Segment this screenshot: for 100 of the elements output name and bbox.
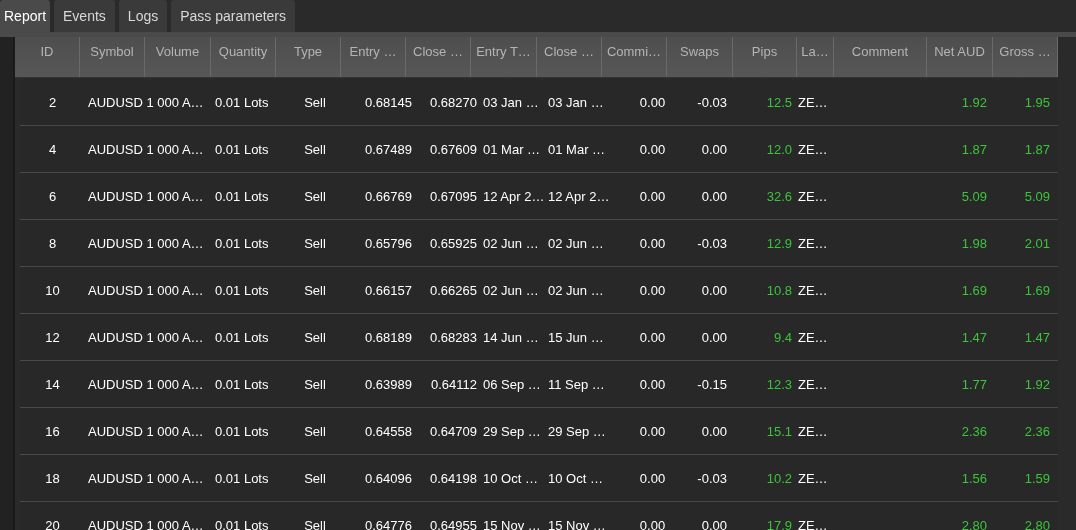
table-cell-text: 18 [44, 470, 61, 486]
table-cell-text: 15 Nov … [482, 517, 542, 530]
table-cell-text: 15 Jun … [547, 329, 605, 345]
column-header[interactable]: Type [276, 37, 341, 77]
column-header[interactable]: Entry T… [471, 37, 537, 77]
column-header[interactable]: ID [15, 37, 80, 77]
table-cell-text: 10 [44, 282, 61, 298]
table-cell-text: 0.66769 [364, 188, 413, 204]
table-cell-text: 0.64709 [429, 423, 478, 439]
table-cell-text: 0.01 Lots [214, 188, 270, 204]
table-cell-text: ZE… [797, 235, 829, 251]
table-cell-text: 0.00 [638, 141, 667, 157]
table-cell-text: 0.00 [700, 141, 728, 157]
table-cell-text: Sell [303, 470, 327, 486]
table-cell-text: 0.64096 [364, 470, 413, 486]
table-cell-text: 15 Nov … [547, 517, 607, 530]
table-cell-text: 0.00 [700, 329, 728, 345]
table-cell-text: 0.00 [638, 329, 667, 345]
table-cell-text: 0.00 [638, 470, 667, 486]
table-cell-text: 1.59 [1023, 470, 1051, 486]
table-cell-text: 0.64198 [429, 470, 478, 486]
table-cell-text: ZE… [797, 470, 829, 486]
table-cell-text: 03 Jan … [482, 94, 540, 110]
tab[interactable]: Events [54, 0, 115, 32]
column-header[interactable]: Gross … [993, 37, 1058, 77]
table-cell-text: 2.36 [1023, 423, 1051, 439]
table-cell-text: 10.8 [765, 282, 793, 298]
table-cell-text: 1.47 [960, 329, 988, 345]
table-cell-text: 1.56 [960, 470, 988, 486]
table-cell-text: 1.92 [1023, 376, 1051, 392]
table-cell-text: AUDUSD 1 000 A… [87, 517, 205, 530]
table-cell-text: 0.01 Lots [214, 517, 270, 530]
table-cell-text: 0.00 [700, 423, 728, 439]
table-cell-text: 0.00 [638, 188, 667, 204]
table-cell-text: 1.47 [1023, 329, 1051, 345]
table-cell-text: 03 Jan … [547, 94, 605, 110]
table-cell-text: 0.64112 [429, 376, 478, 392]
column-header[interactable]: Volume [145, 37, 211, 77]
table-cell-text: -0.03 [696, 94, 728, 110]
table-cell-text: Sell [303, 188, 327, 204]
column-header[interactable]: Comment [834, 37, 927, 77]
table-cell-text: Sell [303, 329, 327, 345]
table-cell-text: 0.68283 [429, 329, 478, 345]
table-cell-text: Sell [303, 94, 327, 110]
table-cell-text: 10 Oct … [547, 470, 604, 486]
table-cell-text: 06 Sep … [482, 376, 542, 392]
table-cell-text: ZE… [797, 329, 829, 345]
table-cell-text: ZE… [797, 141, 829, 157]
table-cell-text: 12 Apr 2… [547, 188, 611, 204]
table-cell-text: 0.01 Lots [214, 282, 270, 298]
table-cell-text: AUDUSD 1 000 A… [87, 376, 205, 392]
table-cell-text: 02 Jun … [482, 282, 540, 298]
table-cell-text: AUDUSD 1 000 A… [87, 94, 205, 110]
table-cell-text: 15.1 [765, 423, 793, 439]
table-cell-text: 0.01 Lots [214, 94, 270, 110]
table-cell-text: 2.80 [960, 517, 988, 530]
table-cell-text: ZE… [797, 517, 829, 530]
table-cell-text: 0.65925 [429, 235, 478, 251]
tab[interactable]: Logs [118, 0, 168, 32]
table-cell-text: 1.87 [960, 141, 988, 157]
table-cell-text: 12 [44, 329, 61, 345]
table-cell-text: 20 [44, 517, 61, 530]
tab[interactable]: Pass parameters [171, 0, 296, 32]
table-cell-text: 1.98 [960, 235, 988, 251]
column-header[interactable]: Net AUD [927, 37, 993, 77]
column-header[interactable]: Entry … [341, 37, 406, 77]
table-cell-text: -0.15 [696, 376, 728, 392]
table-cell-text: 11 Sep … [547, 376, 606, 392]
table-cell-text: 0.64558 [364, 423, 413, 439]
table-cell-text: 2.01 [1023, 235, 1051, 251]
column-header[interactable]: Symbol [80, 37, 145, 77]
column-header[interactable]: Quantity [211, 37, 276, 77]
column-header[interactable]: Close … [406, 37, 471, 77]
table-cell-text: 1.92 [960, 94, 988, 110]
table-row[interactable]: 20 AUDUSD 1 000 A… 0.01 Lots Sell 0.64776 0.64955 15 Nov … 15 Nov … 0.00 0.00 17.9 ZE… 2.80 2.80 [20, 501, 1058, 530]
table-cell-text: 12 Apr 2… [482, 188, 545, 204]
table-cell-text: Sell [303, 282, 327, 298]
column-header[interactable]: Swaps [667, 37, 733, 77]
table-cell-text: ZE… [797, 94, 829, 110]
table-cell-text: 14 [44, 376, 61, 392]
table-cell-text: 0.00 [638, 376, 667, 392]
column-header[interactable]: Close … [537, 37, 602, 77]
table-cell-text: 0.01 Lots [214, 423, 270, 439]
table-cell-text: 9.4 [772, 329, 793, 345]
tab[interactable]: Report [0, 0, 51, 32]
column-header[interactable]: Commi… [602, 37, 667, 77]
table-cell-text: 2 [47, 94, 58, 110]
table-cell-text: 0.00 [638, 423, 667, 439]
column-header[interactable]: Pips [733, 37, 797, 77]
table-cell-text: ZE… [797, 282, 829, 298]
table-cell-text: 02 Jun … [547, 235, 605, 251]
table-cell-text: 10 Oct … [482, 470, 539, 486]
table-cell-text: 17.9 [765, 517, 793, 530]
table-cell-text: 0.00 [638, 94, 667, 110]
column-header[interactable]: La… [797, 37, 834, 77]
table-cell-text: 1.87 [1023, 141, 1051, 157]
table-cell-text: 12.3 [765, 376, 793, 392]
table-cell-text: Sell [303, 517, 327, 530]
table-cell-text: 02 Jun … [482, 235, 540, 251]
table-cell-text: 2.36 [960, 423, 988, 439]
